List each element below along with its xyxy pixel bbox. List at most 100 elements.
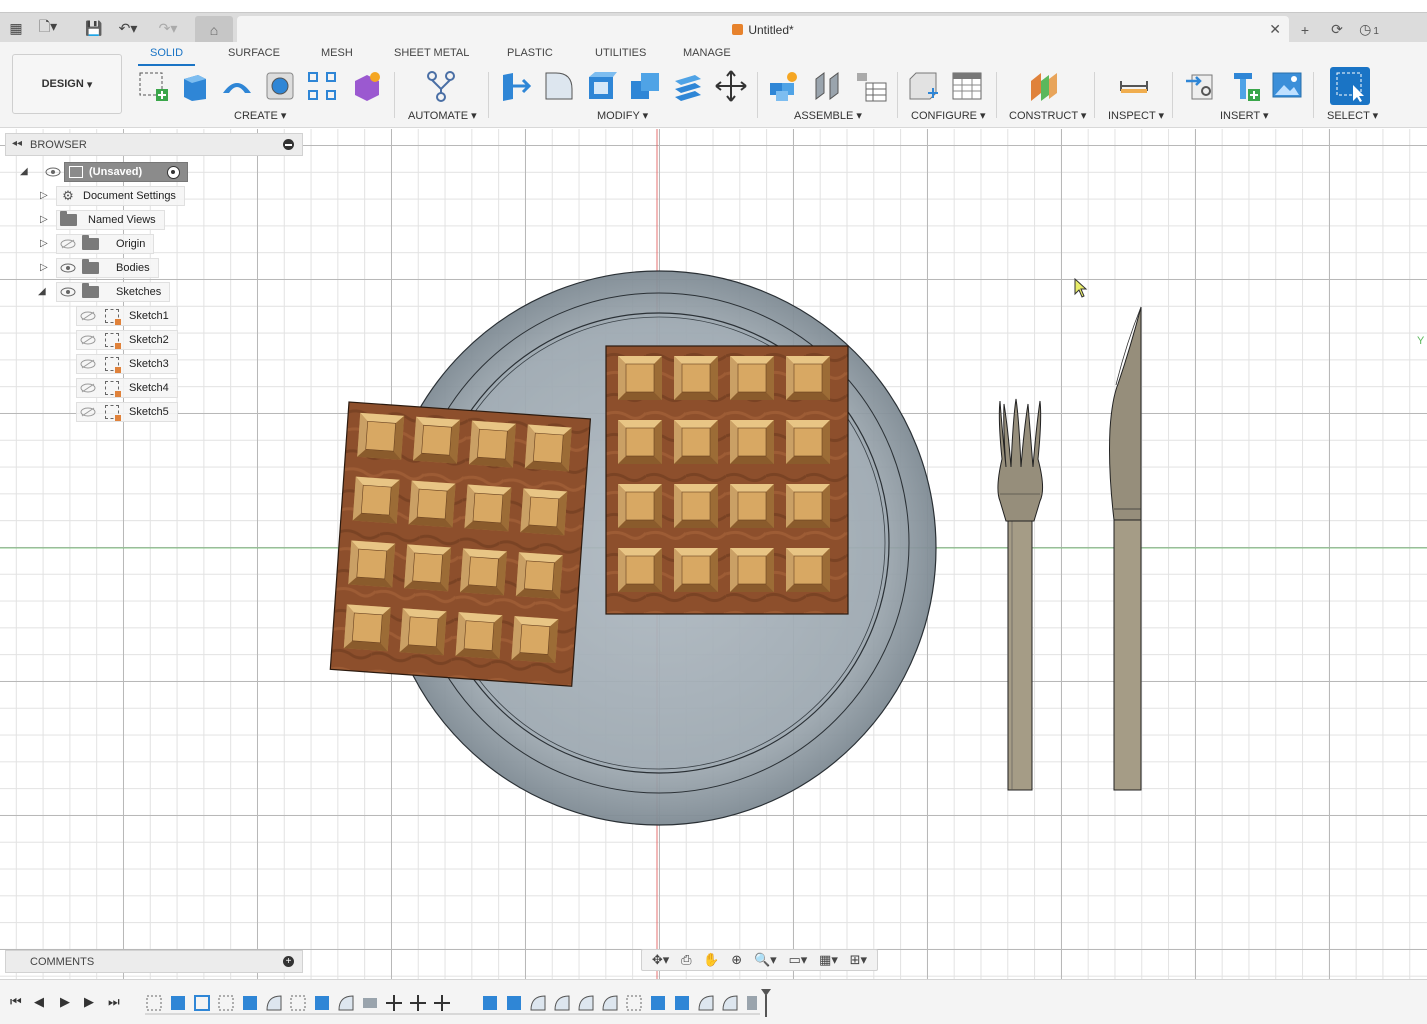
eye-hidden-icon[interactable] [80, 311, 96, 321]
tree-item-bodies[interactable]: Bodies [56, 258, 159, 278]
joint-icon[interactable] [810, 69, 844, 103]
new-tab-icon[interactable]: + [1292, 22, 1318, 38]
fillet-icon[interactable] [542, 69, 576, 103]
next-step-icon[interactable]: ▶ [84, 994, 94, 1010]
extensions-icon[interactable]: ⟳ [1324, 21, 1350, 38]
revolve-icon[interactable] [220, 69, 254, 103]
minimize-panel-icon[interactable] [283, 139, 294, 150]
offset-plane-icon[interactable] [1027, 69, 1061, 103]
add-comment-icon[interactable]: + [283, 956, 294, 967]
viewports-icon[interactable]: ⊞▾ [850, 952, 867, 968]
timeline-features[interactable] [145, 992, 765, 1016]
tab-mesh[interactable]: MESH [321, 47, 353, 59]
tab-utilities[interactable]: UTILITIES [595, 47, 646, 59]
collapsed-triangle-icon[interactable]: ▷ [40, 238, 48, 249]
construct-menu[interactable]: CONSTRUCT ▾ [1009, 109, 1086, 122]
insert-derive-icon[interactable] [1184, 69, 1218, 103]
collapse-panel-icon[interactable]: ◂◂ [12, 138, 22, 149]
eye-icon[interactable] [60, 287, 76, 297]
document-tab[interactable]: Untitled* ✕ [237, 16, 1289, 43]
eye-hidden-icon[interactable] [80, 407, 96, 417]
select-icon[interactable] [1330, 67, 1370, 105]
workspace-switcher[interactable]: DESIGN ▾ [12, 54, 122, 114]
root-component-label: (Unsaved) [89, 166, 143, 178]
last-step-icon[interactable]: ⏭ [108, 994, 120, 1010]
display-settings-icon[interactable]: ▭▾ [788, 952, 807, 968]
activate-radio-icon[interactable] [167, 166, 180, 179]
automate-menu[interactable]: AUTOMATE ▾ [408, 109, 477, 122]
first-step-icon[interactable]: ⏮ [10, 994, 22, 1010]
file-menu-icon[interactable]: 🗋▾ [38, 18, 58, 38]
insert-menu[interactable]: INSERT ▾ [1220, 109, 1269, 122]
orbit-icon[interactable]: ✥▾ [652, 952, 669, 968]
press-pull-icon[interactable] [499, 69, 533, 103]
tab-manage[interactable]: MANAGE [683, 47, 731, 59]
configure-icon[interactable] [906, 69, 940, 103]
expanded-triangle-icon[interactable]: ◢ [38, 286, 46, 297]
form-icon[interactable] [349, 69, 383, 103]
tree-item-sketch3[interactable]: Sketch3 [76, 354, 178, 374]
zoom-window-icon[interactable]: 🔍▾ [754, 952, 777, 968]
assemble-menu[interactable]: ASSEMBLE ▾ [794, 109, 862, 122]
tree-item-origin[interactable]: Origin [56, 234, 155, 254]
pan-icon[interactable]: ✋ [703, 952, 719, 968]
eye-hidden-icon[interactable] [80, 359, 96, 369]
tree-item-document-settings[interactable]: ⚙ Document Settings [56, 186, 185, 206]
new-component-icon[interactable] [766, 69, 800, 103]
undo-icon[interactable]: ↶▾ [118, 18, 138, 38]
collapsed-triangle-icon[interactable]: ▷ [40, 262, 48, 273]
configuration-table-icon[interactable] [950, 69, 984, 103]
expanded-triangle-icon[interactable]: ◢ [20, 166, 28, 177]
eye-icon[interactable] [60, 263, 76, 273]
tree-item-sketch5[interactable]: Sketch5 [76, 402, 178, 422]
insert-mcmaster-icon[interactable] [1228, 69, 1262, 103]
eye-hidden-icon[interactable] [80, 383, 96, 393]
create-menu[interactable]: CREATE ▾ [234, 109, 286, 122]
home-tab[interactable]: ⌂ [195, 16, 233, 43]
viewport-canvas[interactable]: Y [0, 129, 1427, 979]
tree-item-sketch1[interactable]: Sketch1 [76, 306, 178, 326]
modify-menu[interactable]: MODIFY ▾ [597, 109, 648, 122]
tree-item-named-views[interactable]: Named Views [56, 210, 165, 230]
measure-icon[interactable] [1117, 69, 1151, 103]
shell-icon[interactable] [585, 69, 619, 103]
tree-item-sketch2[interactable]: Sketch2 [76, 330, 178, 350]
eye-hidden-icon[interactable] [60, 239, 76, 249]
hole-icon[interactable] [263, 69, 297, 103]
timeline-marker-icon[interactable] [761, 989, 771, 1017]
eye-icon[interactable] [45, 167, 61, 177]
tab-plastic[interactable]: PLASTIC [507, 47, 553, 59]
pattern-icon[interactable] [305, 69, 339, 103]
collapsed-triangle-icon[interactable]: ▷ [40, 190, 48, 201]
browser-panel-header[interactable]: ◂◂ BROWSER [5, 133, 303, 156]
tree-item-sketches[interactable]: Sketches [56, 282, 171, 302]
move-icon[interactable] [714, 69, 748, 103]
grid-settings-icon[interactable]: ▦▾ [819, 952, 838, 968]
extrude-icon[interactable] [178, 69, 212, 103]
tab-sheet-metal[interactable]: SHEET METAL [394, 47, 469, 59]
offset-face-icon[interactable] [671, 69, 705, 103]
previous-step-icon[interactable]: ◀ [34, 994, 44, 1010]
configure-menu[interactable]: CONFIGURE ▾ [911, 109, 986, 122]
collapsed-triangle-icon[interactable]: ▷ [40, 214, 48, 225]
insert-canvas-icon[interactable] [1270, 69, 1304, 103]
automate-icon[interactable] [424, 69, 458, 103]
create-sketch-icon[interactable] [136, 69, 170, 103]
save-icon[interactable]: 💾 [84, 18, 104, 38]
job-status-icon[interactable]: ◷ 1 [1356, 21, 1382, 38]
redo-icon[interactable]: ↷▾ [158, 18, 178, 38]
eye-hidden-icon[interactable] [80, 335, 96, 345]
tab-solid[interactable]: SOLID [137, 47, 196, 66]
zoom-icon[interactable]: ⊕ [731, 952, 742, 968]
tab-surface[interactable]: SURFACE [228, 47, 280, 59]
look-at-icon[interactable]: ⎙ [681, 952, 691, 968]
select-menu[interactable]: SELECT ▾ [1327, 109, 1378, 122]
comments-panel-header[interactable]: COMMENTS + [5, 950, 303, 973]
close-tab-icon[interactable]: ✕ [1269, 21, 1281, 38]
combine-icon[interactable] [628, 69, 662, 103]
tree-item-sketch4[interactable]: Sketch4 [76, 378, 178, 398]
bom-icon[interactable] [854, 69, 888, 103]
app-grid-icon[interactable]: ▦ [6, 18, 26, 38]
inspect-menu[interactable]: INSPECT ▾ [1108, 109, 1164, 122]
play-icon[interactable]: ▶ [60, 994, 70, 1010]
